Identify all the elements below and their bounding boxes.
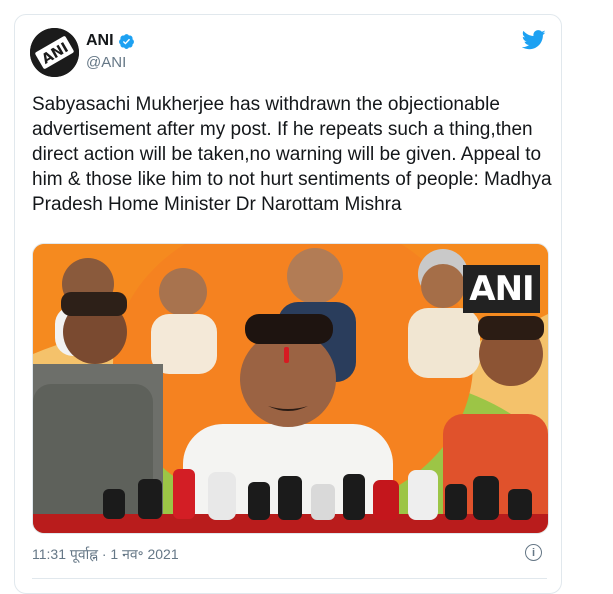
author-name[interactable]: ANI bbox=[86, 32, 114, 50]
author-avatar[interactable]: ANI bbox=[30, 28, 79, 77]
media-watermark: ANI bbox=[463, 265, 540, 313]
tweet-text: Sabyasachi Mukherjee has withdrawn the o… bbox=[32, 94, 552, 215]
ani-logo-icon: ANI bbox=[30, 28, 79, 77]
verified-badge-icon bbox=[118, 33, 134, 49]
tweet-card[interactable]: ANI ANI @ANI Sabyasachi Mukherjee has wi… bbox=[14, 14, 562, 594]
author-handle[interactable]: @ANI bbox=[86, 54, 126, 71]
divider bbox=[32, 578, 547, 579]
info-icon[interactable]: i bbox=[525, 544, 542, 561]
tweet-media-image[interactable]: ANI bbox=[32, 243, 549, 534]
twitter-bird-icon[interactable] bbox=[522, 30, 546, 50]
tweet-timestamp[interactable]: 11:31 पूर्वाह्न · 1 नव॰ 2021 bbox=[32, 545, 179, 564]
